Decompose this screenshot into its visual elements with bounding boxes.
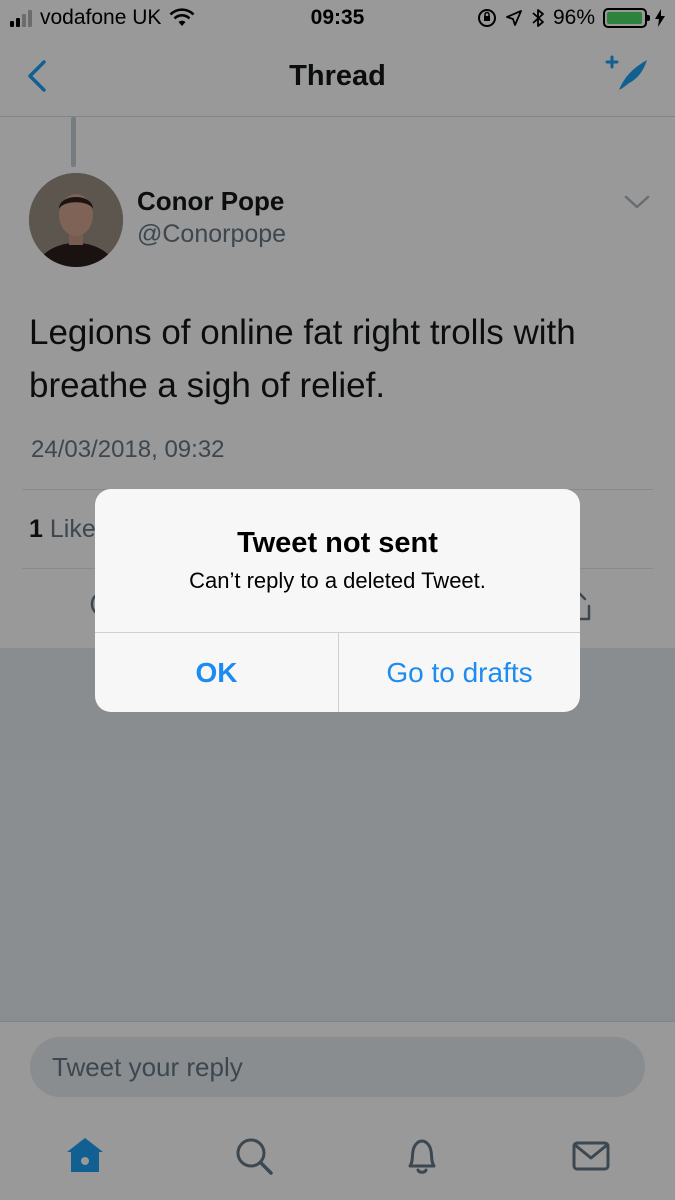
alert-message: Can’t reply to a deleted Tweet.: [189, 568, 486, 593]
ok-button[interactable]: OK: [95, 633, 338, 712]
alert-dialog: Tweet not sent Can’t reply to a deleted …: [95, 489, 580, 712]
alert-title: Tweet not sent: [237, 527, 438, 559]
go-to-drafts-button[interactable]: Go to drafts: [339, 633, 580, 712]
